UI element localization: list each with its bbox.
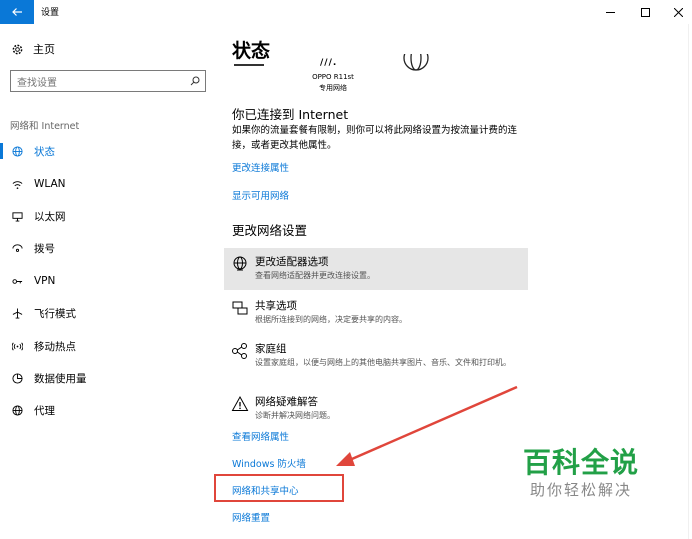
view-network-properties-link[interactable]: 查看网络属性 (232, 429, 289, 443)
sidebar-item-wlan[interactable]: WLAN (0, 170, 218, 198)
connected-description: 如果你的流量套餐有限制，则你可以将此网络设置为按流量计费的连接，或者更改其他属性… (232, 125, 518, 151)
option-title: 家庭组 (255, 343, 287, 355)
sidebar-item-label: VPN (34, 275, 56, 287)
close-icon (673, 7, 683, 17)
proxy-globe-icon (11, 404, 23, 416)
home-link[interactable]: 主页 (12, 41, 55, 57)
homegroup-icon (231, 342, 249, 360)
ethernet-icon (11, 210, 23, 222)
device-label: OPPO R11st 专用网络 (308, 72, 358, 94)
sidebar-item-label: 飞行模式 (34, 307, 76, 320)
home-label: 主页 (33, 43, 55, 56)
sidebar-item-dialup[interactable]: 拨号 (0, 234, 218, 262)
search-input[interactable] (11, 73, 181, 94)
close-button[interactable] (664, 0, 692, 24)
network-reset-link[interactable]: 网络重置 (232, 510, 270, 524)
sidebar-item-label: 拨号 (34, 242, 55, 255)
show-available-networks-link[interactable]: 显示可用网络 (232, 188, 289, 202)
maximize-icon (640, 7, 650, 17)
sidebar-item-vpn[interactable]: VPN (0, 267, 218, 295)
connected-title: 你已连接到 Internet (232, 107, 349, 122)
sidebar-item-data-usage[interactable]: 数据使用量 (0, 364, 218, 392)
watermark-logo: 百科全说 助你轻松解决 (514, 446, 648, 500)
sidebar: 主页 网络和 Internet 状态 WLAN 以太网 拨号 VPN 飞行模式 … (0, 24, 218, 539)
homegroup-option[interactable]: 家庭组 设置家庭组，以便与网络上的其他电脑共享图片、音乐、文件和打印机。 (224, 335, 528, 389)
search-icon (190, 76, 200, 86)
option-description: 根据所连接到的网络，决定要共享的内容。 (255, 315, 407, 324)
sidebar-item-label: WLAN (34, 178, 66, 190)
maximize-button[interactable] (631, 0, 659, 24)
adapter-globe-icon (231, 255, 249, 273)
dialup-icon (11, 242, 23, 254)
scrollbar-track[interactable] (688, 24, 692, 539)
section-label: 网络和 Internet (10, 121, 80, 132)
minimize-button[interactable] (596, 0, 624, 24)
network-signal-fragment: ///. (320, 58, 338, 68)
sidebar-item-label: 以太网 (34, 210, 66, 223)
annotation-highlight-box (214, 474, 344, 502)
network-diagram-line (234, 64, 264, 66)
back-arrow-icon (12, 8, 22, 16)
option-description: 设置家庭组，以便与网络上的其他电脑共享图片、音乐、文件和打印机。 (255, 358, 511, 367)
device-status: 专用网络 (319, 84, 347, 92)
sidebar-item-ethernet[interactable]: 以太网 (0, 202, 218, 230)
sidebar-item-proxy[interactable]: 代理 (0, 396, 218, 424)
window-title: 设置 (41, 8, 60, 18)
hotspot-icon (11, 340, 23, 352)
sharing-options[interactable]: 共享选项 根据所连接到的网络，决定要共享的内容。 (224, 292, 528, 332)
watermark-subtitle: 助你轻松解决 (529, 481, 632, 499)
airplane-icon (11, 307, 23, 319)
vpn-icon (11, 275, 23, 287)
data-usage-icon (11, 372, 23, 384)
gear-icon (12, 44, 23, 54)
windows-firewall-link[interactable]: Windows 防火墙 (232, 456, 306, 470)
back-button[interactable] (0, 0, 34, 24)
option-title: 更改适配器选项 (255, 256, 329, 268)
sidebar-item-status[interactable]: 状态 (0, 137, 218, 165)
sidebar-item-airplane[interactable]: 飞行模式 (0, 299, 218, 327)
option-title: 网络疑难解答 (255, 396, 318, 408)
sidebar-item-label: 代理 (34, 404, 55, 417)
sidebar-item-label: 移动热点 (34, 340, 76, 353)
page-title: 状态 (232, 40, 271, 62)
sidebar-item-label: 数据使用量 (34, 372, 87, 385)
sidebar-item-label: 状态 (34, 145, 55, 158)
wifi-icon (11, 178, 23, 190)
warning-icon (231, 395, 249, 413)
option-description: 诊断并解决网络问题。 (255, 411, 335, 420)
minimize-icon (605, 11, 615, 13)
change-adapter-options[interactable]: 更改适配器选项 查看网络适配器并更改连接设置。 (224, 248, 528, 290)
title-bar: 设置 (0, 0, 692, 24)
watermark-title: 百科全说 (522, 446, 639, 479)
change-connection-properties-link[interactable]: 更改连接属性 (232, 160, 289, 174)
globe-icon (11, 145, 23, 157)
sidebar-item-hotspot[interactable]: 移动热点 (0, 332, 218, 360)
sharing-icon (231, 299, 249, 317)
network-troubleshooter[interactable]: 网络疑难解答 诊断并解决网络问题。 (224, 388, 528, 428)
option-description: 查看网络适配器并更改连接设置。 (255, 271, 375, 280)
change-network-settings-title: 更改网络设置 (232, 223, 308, 238)
internet-globe-icon (402, 54, 430, 72)
search-box[interactable] (10, 70, 206, 94)
option-title: 共享选项 (255, 300, 297, 312)
device-name: OPPO R11st (312, 73, 354, 81)
